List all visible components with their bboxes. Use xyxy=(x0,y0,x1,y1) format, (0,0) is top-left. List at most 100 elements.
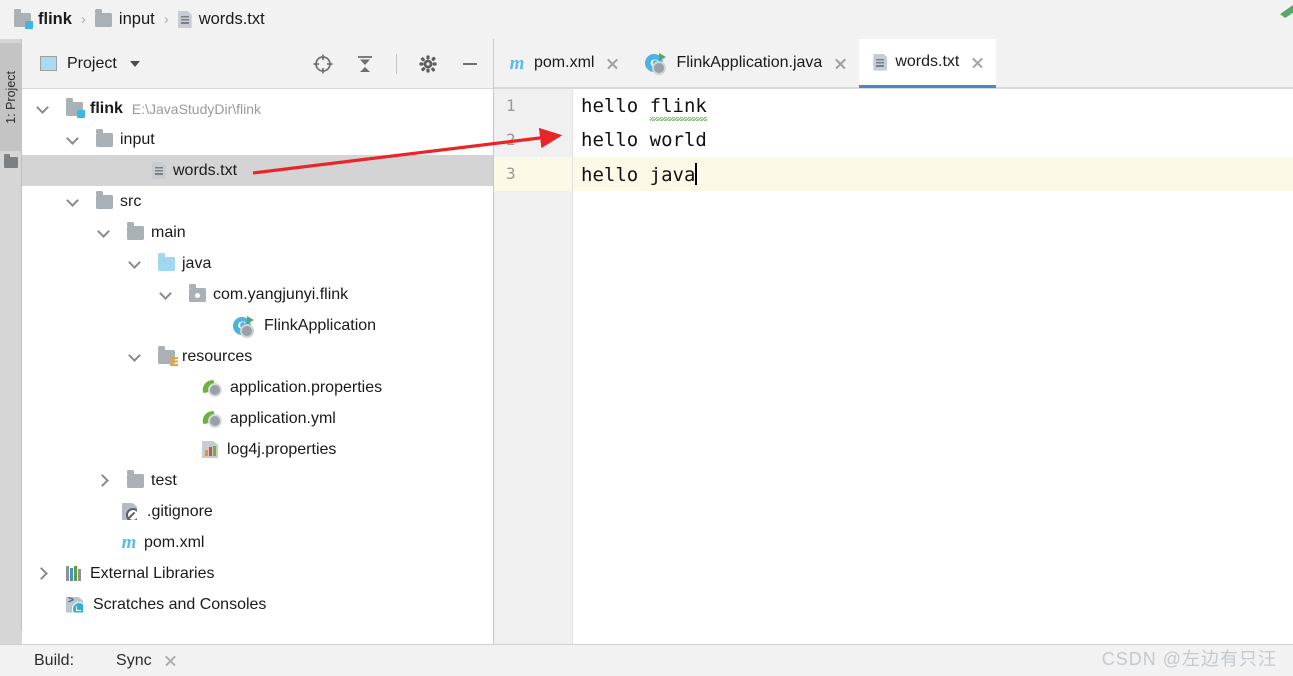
collapse-all-icon[interactable] xyxy=(354,53,376,75)
tree-item-label: pom.xml xyxy=(144,533,205,551)
breadcrumb-item-input[interactable]: input xyxy=(94,9,155,29)
project-view-icon xyxy=(40,56,57,71)
chevron-down-icon[interactable] xyxy=(129,60,140,67)
spring-boot-class-icon: C xyxy=(233,315,254,338)
code-line[interactable]: 3 hello java xyxy=(494,157,1293,191)
line-text-plain: hello java xyxy=(581,163,696,186)
tree-item-label: java xyxy=(182,254,212,272)
spring-leaf-icon xyxy=(202,380,222,397)
chevron-expanded-icon[interactable] xyxy=(36,102,49,115)
breadcrumb: flink › input › words.txt xyxy=(0,0,1293,39)
tree-row[interactable]: m pom.xml xyxy=(22,527,493,558)
tree-item-label: com.yangjunyi.flink xyxy=(213,285,349,303)
tree-item-label: resources xyxy=(182,347,253,365)
tree-row[interactable]: External Libraries xyxy=(22,558,493,589)
tree-item-label: Scratches and Consoles xyxy=(93,595,267,613)
line-text-plain: hello xyxy=(581,95,650,117)
tree-row[interactable]: src xyxy=(22,186,493,217)
tree-item-label: application.properties xyxy=(230,378,383,396)
chevron-expanded-icon[interactable] xyxy=(97,226,110,239)
tree-row[interactable]: application.yml xyxy=(22,403,493,434)
editor-tab-bar: m pom.xml C FlinkApplication.java words.… xyxy=(494,39,1293,89)
tree-row[interactable]: java xyxy=(22,248,493,279)
breadcrumb-item-flink[interactable]: flink xyxy=(14,9,72,29)
tree-item-label: main xyxy=(151,223,186,241)
maven-icon: m xyxy=(509,52,525,74)
left-tool-strip: 1: Project ure xyxy=(0,39,22,676)
breadcrumb-label: input xyxy=(118,10,155,28)
spring-boot-class-icon: C xyxy=(645,53,667,75)
tree-item-label: .gitignore xyxy=(147,502,213,520)
chevron-expanded-icon[interactable] xyxy=(128,257,141,270)
project-panel-title-group[interactable]: Project xyxy=(40,55,140,73)
code-line[interactable]: 1 hello flink xyxy=(494,89,1293,123)
tree-item-label: words.txt xyxy=(173,161,238,179)
code-line[interactable]: 2 hello world xyxy=(494,123,1293,157)
tree-row[interactable]: C FlinkApplication xyxy=(22,310,493,341)
tree-item-label: test xyxy=(151,471,177,489)
tab-pom-xml[interactable]: m pom.xml xyxy=(494,39,632,88)
chevron-expanded-icon[interactable] xyxy=(66,195,79,208)
chevron-expanded-icon[interactable] xyxy=(66,133,79,146)
close-icon[interactable] xyxy=(606,57,619,70)
sync-label[interactable]: Sync xyxy=(116,652,152,670)
tree-row[interactable]: application.properties xyxy=(22,372,493,403)
tree-item-label: External Libraries xyxy=(90,564,215,582)
sidebar-item-project[interactable]: 1: Project xyxy=(0,43,22,151)
gear-icon[interactable] xyxy=(417,53,439,75)
spellcheck-word: flink xyxy=(649,95,707,117)
gitignore-icon xyxy=(122,503,137,520)
chevron-collapsed-icon[interactable] xyxy=(36,567,49,580)
line-text[interactable]: hello java xyxy=(573,162,698,186)
scratches-icon xyxy=(66,596,83,613)
folder-icon xyxy=(96,191,113,209)
line-number: 3 xyxy=(494,157,573,191)
chevron-collapsed-icon[interactable] xyxy=(97,474,110,487)
resources-folder-icon xyxy=(158,346,178,366)
tree-row[interactable]: .gitignore xyxy=(22,496,493,527)
project-panel-header: Project xyxy=(22,39,493,89)
locate-target-icon[interactable] xyxy=(312,53,334,75)
tree-row[interactable]: words.txt xyxy=(22,155,493,186)
project-tree[interactable]: flink E:\JavaStudyDir\flink input words.… xyxy=(22,89,493,644)
module-folder-icon xyxy=(14,9,33,29)
minimize-icon[interactable] xyxy=(459,53,481,75)
libraries-icon xyxy=(66,566,83,581)
close-icon[interactable] xyxy=(834,57,847,70)
source-folder-icon xyxy=(158,253,175,271)
status-bar: Build: Sync xyxy=(0,644,1293,676)
page-title: Project xyxy=(67,54,117,72)
line-text[interactable]: hello world xyxy=(573,129,707,151)
breadcrumb-item-words[interactable]: words.txt xyxy=(177,10,265,29)
module-folder-icon xyxy=(66,98,85,118)
folder-icon xyxy=(96,129,113,147)
tree-row[interactable]: test xyxy=(22,465,493,496)
tree-row[interactable]: Scratches and Consoles xyxy=(22,589,493,620)
tab-flinkapplication-java[interactable]: C FlinkApplication.java xyxy=(631,39,860,88)
editor-area: m pom.xml C FlinkApplication.java words.… xyxy=(494,39,1293,644)
tab-words-txt[interactable]: words.txt xyxy=(859,39,997,88)
project-tool-window: Project flink E:\JavaStudyDir\flink inpu… xyxy=(22,39,494,644)
tab-bar-filler xyxy=(996,39,1293,88)
chevron-expanded-icon[interactable] xyxy=(128,350,141,363)
tree-row[interactable]: com.yangjunyi.flink xyxy=(22,279,493,310)
text-caret xyxy=(695,162,698,185)
build-label: Build: xyxy=(34,651,75,669)
close-icon[interactable] xyxy=(971,56,984,69)
tree-row[interactable]: input xyxy=(22,124,493,155)
breadcrumb-separator: › xyxy=(163,11,169,28)
close-icon[interactable] xyxy=(164,654,177,667)
tree-row[interactable]: main xyxy=(22,217,493,248)
inspection-status-marker xyxy=(1280,5,1293,18)
package-icon xyxy=(189,284,206,302)
code-editor[interactable]: 1 hello flink 2 hello world 3 hello java xyxy=(494,89,1293,644)
chevron-expanded-icon[interactable] xyxy=(159,288,172,301)
line-text[interactable]: hello flink xyxy=(573,95,707,117)
tree-row[interactable]: resources xyxy=(22,341,493,372)
tree-row[interactable]: flink E:\JavaStudyDir\flink xyxy=(22,93,493,124)
tree-row[interactable]: log4j.properties xyxy=(22,434,493,465)
tree-item-label: FlinkApplication xyxy=(264,316,377,334)
